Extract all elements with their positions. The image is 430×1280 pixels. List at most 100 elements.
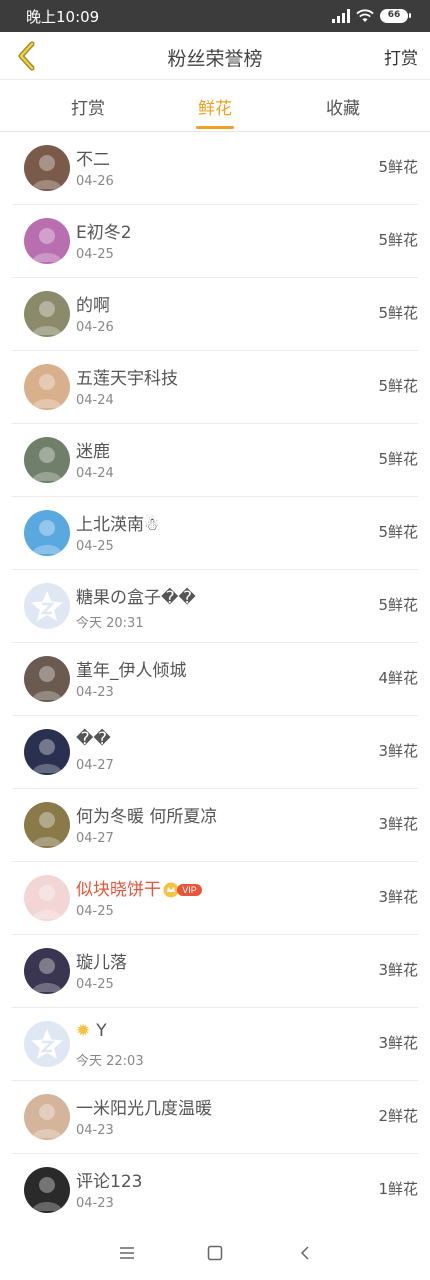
user-photo-icon (32, 739, 62, 773)
back-nav-button[interactable] (290, 1240, 320, 1266)
avatar[interactable] (24, 364, 70, 410)
status-bar: 晚上10:09 66 (0, 0, 430, 32)
user-name-text: 似块晓饼干 (76, 880, 161, 900)
user-name-text: E初冬2 (76, 223, 132, 243)
user-name: 糖果の盒子�� (76, 583, 196, 608)
user-name: 评论123 (76, 1167, 142, 1192)
list-item[interactable]: 堇年_伊人倾城 04-23 4鲜花 (12, 643, 418, 716)
avatar[interactable] (24, 802, 70, 848)
signal-icon (332, 9, 350, 23)
flower-count: 2鲜花 (378, 1107, 418, 1125)
menu-button[interactable] (112, 1240, 142, 1266)
avatar[interactable] (24, 583, 70, 629)
flower-count: 3鲜花 (378, 742, 418, 760)
user-name: �� (76, 729, 111, 749)
avatar[interactable] (24, 291, 70, 337)
list-item[interactable]: 糖果の盒子�� 今天 20:31 5鲜花 (12, 570, 418, 643)
flower-count: 5鲜花 (378, 158, 418, 176)
tab-reward[interactable]: 打赏 (48, 94, 128, 119)
user-name-text: 的啊 (76, 296, 110, 316)
list-item[interactable]: 上北渶南☃ 04-25 5鲜花 (12, 497, 418, 570)
gift-date: 04-23 (76, 1123, 114, 1138)
avatar[interactable] (24, 875, 70, 921)
user-name-text: �� (76, 729, 111, 749)
list-item[interactable]: E初冬2 04-25 5鲜花 (12, 205, 418, 278)
user-photo-icon (32, 885, 62, 919)
list-item[interactable]: �� 04-27 3鲜花 (12, 716, 418, 789)
flower-count: 5鲜花 (378, 231, 418, 249)
user-photo-icon (32, 155, 62, 189)
list-item[interactable]: 五莲天宇科技 04-24 5鲜花 (12, 351, 418, 424)
tab-flowers[interactable]: 鲜花 (175, 94, 255, 119)
gift-date: 04-25 (76, 247, 114, 262)
list-item[interactable]: 不二 04-26 5鲜花 (12, 132, 418, 205)
avatar[interactable] (24, 1167, 70, 1213)
gift-date: 04-26 (76, 320, 114, 335)
flower-count: 5鲜花 (378, 450, 418, 468)
flower-count: 5鲜花 (378, 596, 418, 614)
user-name: E初冬2 (76, 218, 132, 243)
user-photo-icon (32, 520, 62, 554)
list-item[interactable]: 的啊 04-26 5鲜花 (12, 278, 418, 351)
avatar[interactable] (24, 729, 70, 775)
flower-count: 5鲜花 (378, 523, 418, 541)
list-item[interactable]: 迷鹿 04-24 5鲜花 (12, 424, 418, 497)
list-item[interactable]: 似块晓饼干 VIP 04-25 3鲜花 (12, 862, 418, 935)
gift-date: 04-23 (76, 685, 114, 700)
avatar[interactable] (24, 1021, 70, 1067)
home-square-icon (207, 1245, 223, 1261)
default-avatar-icon (31, 591, 63, 621)
list-item[interactable]: 一米阳光几度温暖 04-23 2鲜花 (12, 1081, 418, 1154)
user-name: 堇年_伊人倾城 (76, 656, 187, 681)
gift-date: 04-23 (76, 1196, 114, 1211)
user-name-text: 一米阳光几度温暖 (76, 1099, 212, 1119)
avatar[interactable] (24, 145, 70, 191)
avatar[interactable] (24, 510, 70, 556)
flower-count: 4鲜花 (378, 669, 418, 687)
user-name: 一米阳光几度温暖 (76, 1094, 212, 1119)
user-photo-icon (32, 301, 62, 335)
list-item[interactable]: 评论123 04-23 1鲜花 (12, 1154, 418, 1227)
home-button[interactable] (200, 1240, 230, 1266)
sun-emoji-icon: ✹ (76, 1021, 91, 1041)
tab-bar: 打赏 鲜花 收藏 (0, 80, 430, 132)
avatar[interactable] (24, 1094, 70, 1140)
user-name-text: 不二 (76, 150, 110, 170)
user-photo-icon (32, 666, 62, 700)
vip-text: VIP (182, 885, 197, 895)
user-photo-icon (32, 1104, 62, 1138)
page-title: 粉丝荣誉榜 (167, 48, 263, 70)
reward-button[interactable]: 打赏 (384, 44, 418, 69)
avatar[interactable] (24, 218, 70, 264)
user-name: 似块晓饼干 VIP (76, 875, 203, 900)
list-item[interactable]: 何为冬暖 何所夏凉 04-27 3鲜花 (12, 789, 418, 862)
user-name-text: 堇年_伊人倾城 (76, 661, 187, 681)
user-name: ✹ Y (76, 1021, 107, 1041)
user-name-text: 何为冬暖 何所夏凉 (76, 807, 218, 827)
gift-date: 今天 22:03 (76, 1054, 144, 1069)
header-bar: 粉丝荣誉榜 打赏 (0, 32, 430, 80)
user-name-text: 糖果の盒子�� (76, 588, 196, 608)
user-photo-icon (32, 958, 62, 992)
list-item[interactable]: ✹ Y 今天 22:03 3鲜花 (12, 1008, 418, 1081)
avatar[interactable] (24, 437, 70, 483)
flower-count: 3鲜花 (378, 888, 418, 906)
avatar[interactable] (24, 948, 70, 994)
battery-icon: 66 (380, 9, 411, 23)
flower-count: 5鲜花 (378, 304, 418, 322)
gift-date: 今天 20:31 (76, 616, 144, 631)
user-name-text: 评论123 (76, 1172, 143, 1192)
back-arrow-icon (300, 1246, 309, 1260)
status-time: 晚上10:09 (26, 8, 100, 26)
fan-ranking-list: 不二 04-26 5鲜花 E初冬2 04-25 5鲜花 的啊 04-26 5鲜花 五莲天宇科技 04… (0, 132, 430, 1227)
tab-favorites[interactable]: 收藏 (303, 94, 383, 119)
gift-date: 04-24 (76, 393, 114, 408)
system-nav-bar (0, 1226, 430, 1280)
user-name-text: 五莲天宇科技 (76, 369, 178, 389)
default-avatar-icon (31, 1029, 63, 1059)
user-photo-icon (32, 447, 62, 481)
list-item[interactable]: 璇儿落 04-25 3鲜花 (12, 935, 418, 1008)
user-name-text: Y (96, 1021, 107, 1041)
avatar[interactable] (24, 656, 70, 702)
gift-date: 04-27 (76, 831, 114, 846)
